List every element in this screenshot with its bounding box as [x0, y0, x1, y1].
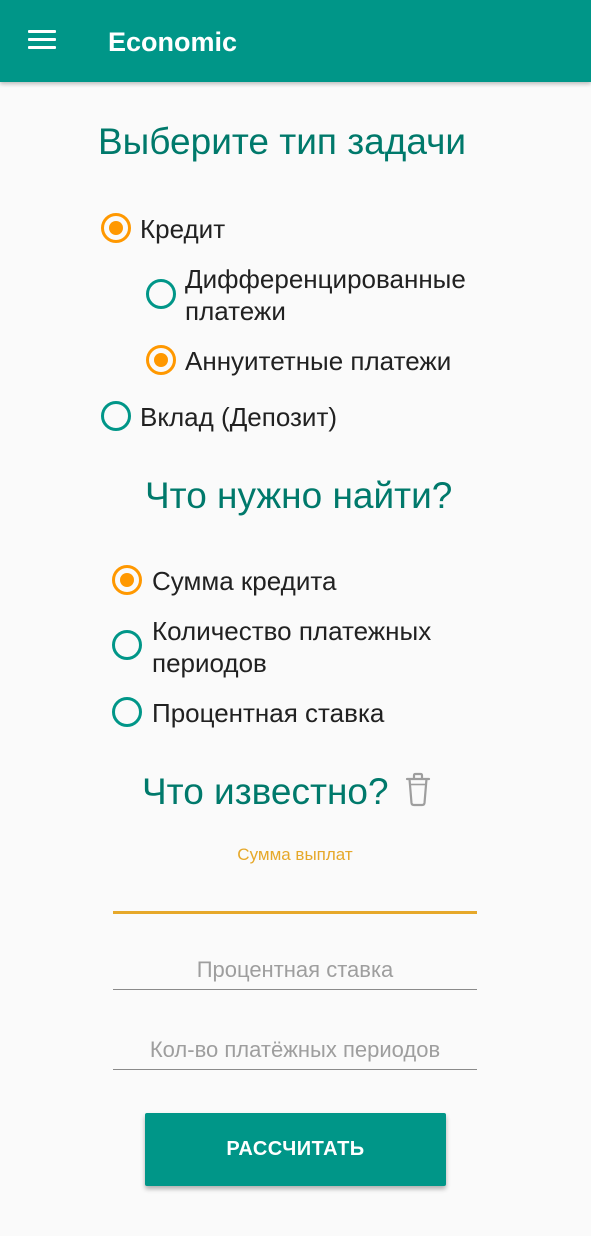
- loan-amount-radio[interactable]: [112, 565, 142, 595]
- task-type-heading: Выберите тип задачи: [98, 121, 467, 162]
- deposit-radio[interactable]: [101, 401, 131, 431]
- credit-radio[interactable]: [101, 213, 131, 243]
- annuity-payments-radio[interactable]: [146, 345, 176, 375]
- payment-sum-input[interactable]: [113, 868, 477, 914]
- known-heading: Что известно?: [142, 771, 389, 812]
- calculate-button[interactable]: РАССЧИТАТЬ: [145, 1113, 446, 1186]
- interest-rate-radio[interactable]: [112, 697, 142, 727]
- payment-sum-label: Сумма выплат: [237, 845, 353, 864]
- app-bar: Economic: [0, 0, 591, 82]
- annuity-payments-label[interactable]: Аннуитетные платежи: [185, 345, 451, 377]
- loan-amount-label[interactable]: Сумма кредита: [152, 565, 336, 597]
- app-title: Economic: [108, 27, 238, 57]
- find-heading: Что нужно найти?: [145, 475, 453, 516]
- deposit-label[interactable]: Вклад (Депозит): [140, 401, 337, 433]
- payment-periods-input[interactable]: [113, 1030, 477, 1070]
- differentiated-payments-radio[interactable]: [146, 279, 176, 309]
- interest-rate-input[interactable]: [113, 950, 477, 990]
- hamburger-menu-icon[interactable]: [28, 30, 56, 50]
- credit-label[interactable]: Кредит: [140, 213, 225, 245]
- differentiated-payments-label[interactable]: Дифференцированные платежи: [185, 263, 515, 327]
- interest-rate-label[interactable]: Процентная ставка: [152, 697, 384, 729]
- payment-periods-radio[interactable]: [112, 630, 142, 660]
- payment-periods-label[interactable]: Количество платежных периодов: [152, 615, 472, 679]
- trash-icon[interactable]: [403, 770, 433, 808]
